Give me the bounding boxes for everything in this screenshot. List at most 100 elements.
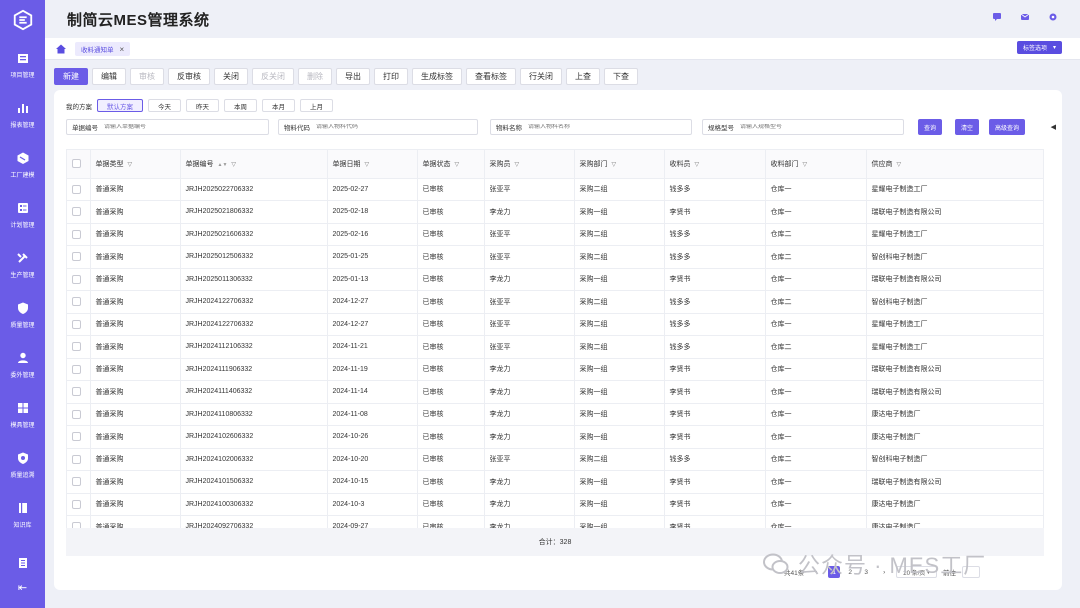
scheme-chip-4[interactable]: 本月 <box>262 99 295 112</box>
scheme-chip-1[interactable]: 今天 <box>148 99 181 112</box>
row-checkbox[interactable] <box>72 229 81 239</box>
toolbar-button-4[interactable]: 关闭 <box>214 68 248 85</box>
filter-spec-model[interactable]: 规格型号 <box>702 119 904 135</box>
scheme-chip-3[interactable]: 本周 <box>224 99 257 112</box>
advanced-query-button[interactable]: 高级查询 <box>989 119 1026 135</box>
row-checkbox[interactable] <box>72 297 81 307</box>
sidebar-item-0[interactable]: 项目管理 <box>0 40 45 90</box>
toolbar-button-3[interactable]: 反审核 <box>168 68 210 85</box>
table-row[interactable]: 普通采购 JRJH2024122706332 2024-12-27 已审核 张亚平 采购二… <box>67 290 1043 314</box>
filter-funnel-icon[interactable]: ▽ <box>231 162 236 168</box>
scheme-chip-0[interactable]: 默认方案 <box>97 99 143 112</box>
row-checkbox[interactable] <box>72 364 81 374</box>
home-icon[interactable] <box>55 43 67 55</box>
toolbar-button-1[interactable]: 编辑 <box>92 68 126 85</box>
toolbar-button-7[interactable]: 导出 <box>336 68 370 85</box>
table-row[interactable]: 普通采购 JRJH2024100306332 2024-10-3 已审核 李龙力 采购一组… <box>67 493 1043 516</box>
column-header-1[interactable]: 单据编号 ▲▼ ▽ <box>180 150 328 179</box>
message-icon[interactable] <box>992 12 1002 22</box>
column-header-8[interactable]: 供应商 ▽ <box>866 150 1043 179</box>
toolbar-button-11[interactable]: 行关闭 <box>520 68 562 85</box>
column-header-5[interactable]: 采购部门 ▽ <box>574 150 665 179</box>
filter-funnel-icon[interactable]: ▽ <box>455 162 460 168</box>
sidebar-item-4[interactable]: 生产管理 <box>0 240 45 290</box>
sidebar-item-6[interactable]: 委外管理 <box>0 340 45 390</box>
table-row[interactable]: 普通采购 JRJH2025021606332 2025-02-16 已审核 张亚平 采购二… <box>67 223 1043 246</box>
row-checkbox[interactable] <box>72 274 81 284</box>
row-checkbox[interactable] <box>72 387 81 397</box>
tab-close-icon[interactable]: × <box>120 45 125 54</box>
row-checkbox[interactable] <box>72 207 81 217</box>
row-checkbox[interactable] <box>72 184 81 194</box>
app-logo[interactable] <box>0 0 45 40</box>
toolbar-button-13[interactable]: 下查 <box>604 68 638 85</box>
toolbar-button-6[interactable]: 删除 <box>298 68 332 85</box>
sidebar-item-8[interactable]: 质量追溯 <box>0 440 45 490</box>
column-header-2[interactable]: 单据日期 ▽ <box>327 150 418 179</box>
doc-number-input[interactable] <box>104 124 268 130</box>
filter-funnel-icon[interactable]: ▽ <box>515 162 520 168</box>
table-row[interactable]: 普通采购 JRJH2024111906332 2024-11-19 已审核 李龙力 采购一… <box>67 358 1043 381</box>
table-row[interactable]: 普通采购 JRJH2024101506332 2024-10-15 已审核 李龙力 采购一… <box>67 470 1043 494</box>
filter-funnel-icon[interactable]: ▽ <box>128 162 133 168</box>
spec-model-input[interactable] <box>740 124 903 130</box>
table-row[interactable]: 普通采购 JRJH2025021806332 2025-02-18 已审核 李龙力 采购一… <box>67 200 1043 224</box>
sidebar-item-1[interactable]: 报表管理 <box>0 90 45 140</box>
table-row[interactable]: 普通采购 JRJH2024112106332 2024-11-21 已审核 张亚平 采购二… <box>67 335 1043 359</box>
table-row[interactable]: 普通采购 JRJH2025022706332 2025-02-27 已审核 张亚平 采购二… <box>67 178 1043 201</box>
table-row[interactable]: 普通采购 JRJH2025012506332 2025-01-25 已审核 张亚平 采购二… <box>67 245 1043 269</box>
sort-icon[interactable]: ▲▼ <box>218 162 228 168</box>
toolbar-button-0[interactable]: 新建 <box>54 68 88 85</box>
sidebar-item-9[interactable]: 知识库 <box>0 490 45 540</box>
toolbar-button-9[interactable]: 生成标签 <box>412 68 462 85</box>
table-row[interactable]: 普通采购 JRJH2024102606332 2024-10-26 已审核 李龙力 采购一… <box>67 425 1043 449</box>
sidebar-item-3[interactable]: 计划管理 <box>0 190 45 240</box>
table-row[interactable]: 普通采购 JRJH2024111406332 2024-11-14 已审核 李龙力 采购一… <box>67 380 1043 404</box>
scheme-chip-5[interactable]: 上月 <box>300 99 333 112</box>
row-checkbox[interactable] <box>72 342 81 352</box>
row-checkbox[interactable] <box>72 319 81 329</box>
filter-funnel-icon[interactable]: ▽ <box>695 162 700 168</box>
toolbar-button-2[interactable]: 审核 <box>130 68 164 85</box>
tab-receipt-notice[interactable]: 收料通知单 × <box>75 42 131 56</box>
scheme-chip-2[interactable]: 昨天 <box>186 99 219 112</box>
row-checkbox[interactable] <box>72 252 81 262</box>
row-checkbox[interactable] <box>72 409 81 419</box>
column-header-7[interactable]: 收料部门 ▽ <box>765 150 867 179</box>
filter-material-name[interactable]: 物料名称 <box>490 119 692 135</box>
filter-funnel-icon[interactable]: ▽ <box>897 162 902 168</box>
select-all-checkbox[interactable] <box>72 159 81 169</box>
table-row[interactable]: 普通采购 JRJH2025011306332 2025-01-13 已审核 李龙力 采购一… <box>67 268 1043 291</box>
sidebar-collapse-button[interactable]: ⇤ <box>0 581 45 594</box>
column-header-3[interactable]: 单据状态 ▽ <box>417 150 485 179</box>
sidebar-item-2[interactable]: 工厂建模 <box>0 140 45 190</box>
material-name-input[interactable] <box>528 124 691 130</box>
sidebar-item-7[interactable]: 模具管理 <box>0 390 45 440</box>
column-header-0[interactable]: 单据类型 ▽ <box>90 150 181 179</box>
column-header-4[interactable]: 采购员 ▽ <box>484 150 575 179</box>
table-row[interactable]: 普通采购 JRJH2024102006332 2024-10-20 已审核 张亚平 采购二… <box>67 448 1043 471</box>
caret-left-icon[interactable]: ◀ <box>1051 123 1056 131</box>
sidebar-item-5[interactable]: 质量管理 <box>0 290 45 340</box>
settings-gear-icon[interactable] <box>1048 12 1058 22</box>
material-code-input[interactable] <box>316 124 477 130</box>
clear-button[interactable]: 清空 <box>955 119 980 135</box>
filter-material-code[interactable]: 物料代码 <box>278 119 478 135</box>
row-checkbox[interactable] <box>72 454 81 464</box>
row-checkbox[interactable] <box>72 432 81 442</box>
filter-doc-number[interactable]: 单据编号 <box>66 119 269 135</box>
toolbar-button-10[interactable]: 查看标签 <box>466 68 516 85</box>
table-row[interactable]: 普通采购 JRJH2024122706332 2024-12-27 已审核 张亚平 采购二… <box>67 313 1043 336</box>
filter-funnel-icon[interactable]: ▽ <box>803 162 808 168</box>
table-row[interactable]: 普通采购 JRJH2024110806332 2024-11-08 已审核 李龙力 采购一… <box>67 403 1043 426</box>
mail-icon[interactable] <box>1020 12 1030 22</box>
row-checkbox[interactable] <box>72 499 81 509</box>
query-button[interactable]: 查询 <box>918 119 943 135</box>
toolbar-button-12[interactable]: 上查 <box>566 68 600 85</box>
tab-options-button[interactable]: 标签选项 ▾ <box>1016 41 1062 54</box>
toolbar-button-5[interactable]: 反关闭 <box>252 68 294 85</box>
column-header-6[interactable]: 收料员 ▽ <box>664 150 766 179</box>
toolbar-button-8[interactable]: 打印 <box>374 68 408 85</box>
row-checkbox[interactable] <box>72 477 81 487</box>
filter-funnel-icon[interactable]: ▽ <box>612 162 617 168</box>
